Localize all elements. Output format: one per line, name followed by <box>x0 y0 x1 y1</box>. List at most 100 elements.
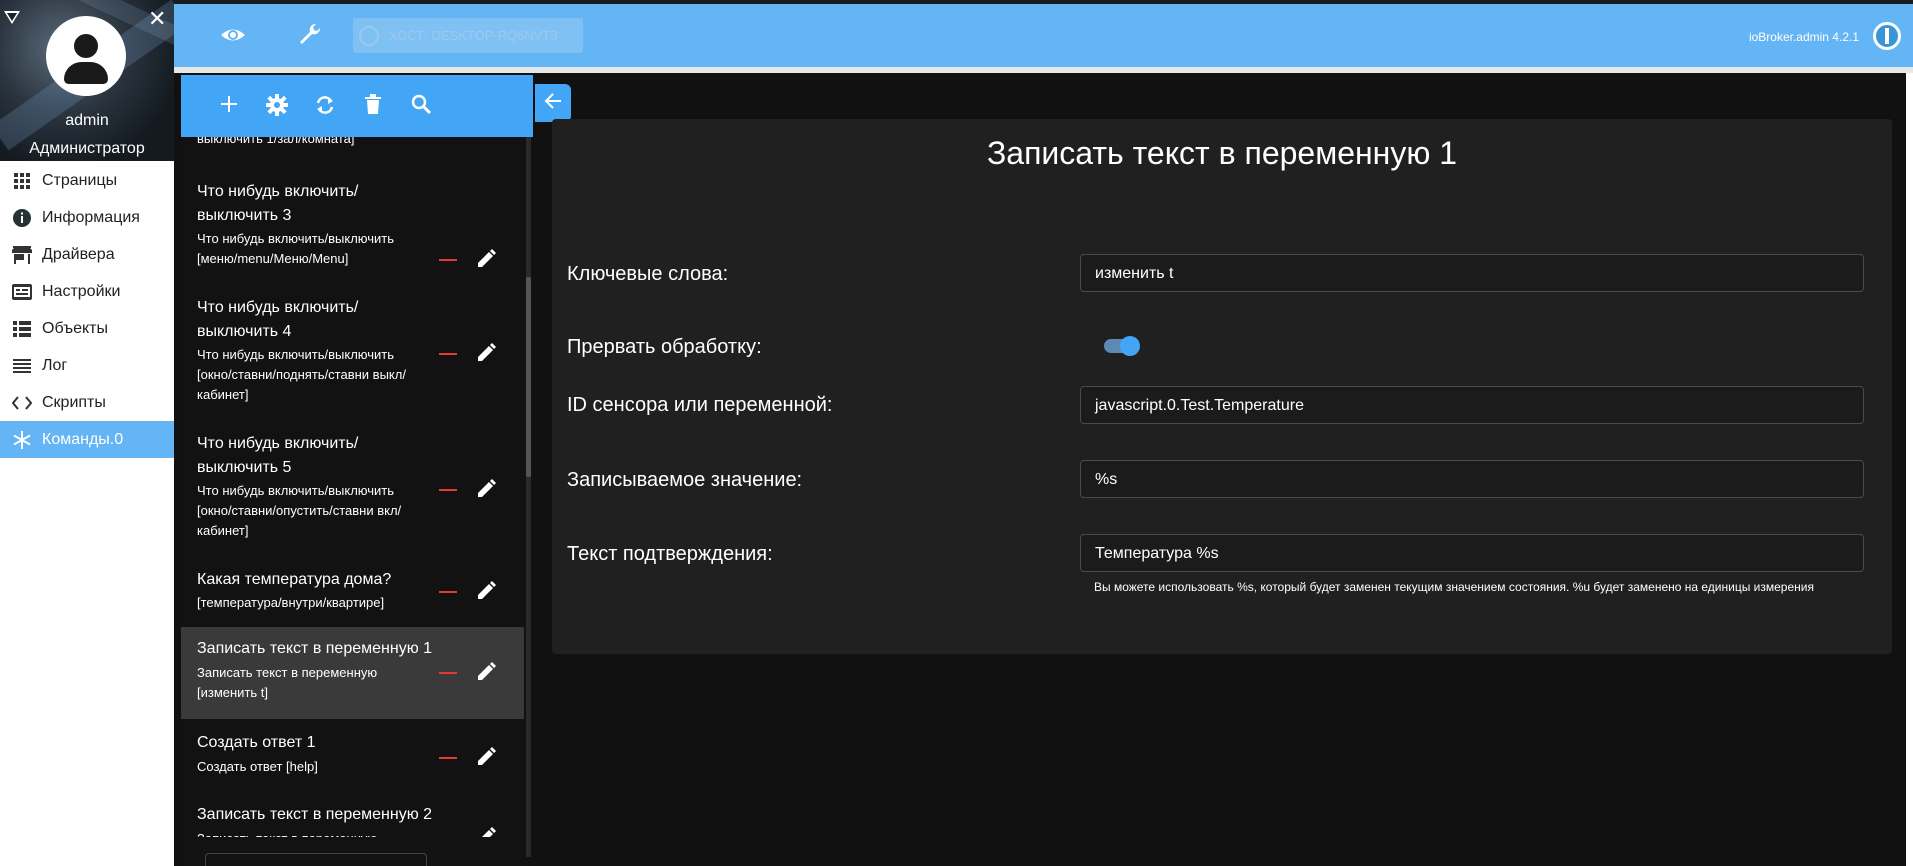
eye-icon[interactable] <box>220 22 246 53</box>
command-detail: Записать текст в переменную 1 Ключевые с… <box>552 119 1892 654</box>
command-title: Записать текст в переменную 1 <box>197 640 433 657</box>
nav-item-info[interactable]: Информация <box>0 199 174 236</box>
right-edge <box>1906 73 1913 866</box>
command-subtitle: Что нибудь включить/выключить [окно/став… <box>197 347 406 402</box>
bottom-input[interactable] <box>205 853 427 866</box>
command-subtitle: Что нибудь включить/выключить [окно/став… <box>197 483 402 538</box>
nav-item-label: Команды.0 <box>42 430 124 448</box>
collapse-menu-icon[interactable] <box>4 11 20 24</box>
user-role: Администратор <box>29 140 145 157</box>
command-title: Что нибудь включить/ выключить 4 <box>197 299 359 340</box>
sensor-label: ID сенсора или переменной: <box>567 394 833 416</box>
command-subtitle: [температура/внутри/квартире] <box>197 595 385 610</box>
list-item[interactable]: Какая температура дома? [температура/вну… <box>181 561 524 625</box>
command-subtitle: Создать ответ [help] <box>197 759 318 774</box>
user-name: admin <box>65 112 109 129</box>
list-item[interactable]: Создать ответ 1 Создать ответ [help] <box>181 719 524 791</box>
nav-item-log[interactable]: Лог <box>0 347 174 384</box>
app-version: ioBroker.admin 4.2.1 <box>1748 30 1859 44</box>
break-toggle[interactable] <box>1104 336 1140 356</box>
command-subtitle: Что нибудь включить/выключить [меню/menu… <box>197 231 395 266</box>
keywords-label: Ключевые слова: <box>567 263 729 285</box>
host-selector[interactable]: ХОСТ: DESKTOP-RQ6NVT3 <box>353 18 583 53</box>
list-item-partial[interactable]: выключить 1/зал/комната] <box>197 137 355 146</box>
value-field[interactable]: %s <box>1080 460 1864 498</box>
remove-icon[interactable] <box>439 591 457 593</box>
edit-icon[interactable] <box>475 248 497 275</box>
user-panel: ✕ admin Администратор <box>0 0 174 161</box>
nav-item-label: Информация <box>42 208 140 226</box>
confirm-text-field[interactable]: Температура %s <box>1080 534 1864 572</box>
remove-icon[interactable] <box>439 259 457 261</box>
nav-item-objects[interactable]: Объекты <box>0 310 174 347</box>
nav-item-drivers[interactable]: Драйвера <box>0 236 174 273</box>
command-title: Какая температура дома? <box>197 571 392 588</box>
remove-icon[interactable] <box>439 489 457 491</box>
nav-item-label: Страницы <box>42 171 118 189</box>
break-label: Прервать обработку: <box>567 336 762 358</box>
grid-icon <box>11 172 33 189</box>
nav-item-settings[interactable]: Настройки <box>0 273 174 310</box>
list-item-selected[interactable]: Записать текст в переменную 1 Записать т… <box>181 627 524 719</box>
search-icon[interactable] <box>411 94 432 119</box>
confirm-label: Текст подтверждения: <box>567 543 773 565</box>
commands-toolbar <box>181 75 533 137</box>
add-icon[interactable] <box>219 94 239 119</box>
nav-item-label: Драйвера <box>42 245 115 263</box>
edit-icon[interactable] <box>475 478 497 505</box>
nav-item-label: Скрипты <box>42 393 106 411</box>
host-icon <box>359 25 379 46</box>
commands-panel: выключить 1/зал/комната] Что нибудь вклю… <box>181 75 533 866</box>
nav-item-commands[interactable]: Команды.0 <box>0 421 174 458</box>
commands-list: выключить 1/зал/комната] Что нибудь вклю… <box>181 137 524 837</box>
top-bar: ХОСТ: DESKTOP-RQ6NVT3 ioBroker.admin 4.2… <box>174 0 1913 67</box>
settings-panel-icon <box>11 283 33 300</box>
delete-icon[interactable] <box>364 94 382 119</box>
remove-icon[interactable] <box>439 672 457 674</box>
code-icon <box>11 395 33 410</box>
iobroker-logo-icon <box>1873 22 1901 50</box>
avatar <box>46 16 126 96</box>
command-title: Записать текст в переменную 2 <box>197 806 433 823</box>
snowflake-icon <box>11 430 33 450</box>
list-item[interactable]: Записать текст в переменную 2 Записать т… <box>181 791 524 837</box>
nav-item-label: Лог <box>42 356 68 374</box>
lines-icon <box>11 358 33 374</box>
list-item[interactable]: Что нибудь включить/ выключить 4 Что ниб… <box>181 289 524 425</box>
keywords-field[interactable]: изменить t <box>1080 254 1864 292</box>
remove-icon[interactable] <box>439 757 457 759</box>
list-scrollbar[interactable] <box>526 137 531 857</box>
top-bar-divider <box>174 67 1913 73</box>
nav-item-label: Настройки <box>42 282 121 300</box>
command-subtitle: Записать текст в переменную <box>197 829 427 837</box>
host-label: ХОСТ: DESKTOP-RQ6NVT3 <box>389 28 558 43</box>
remove-icon[interactable] <box>439 353 457 355</box>
close-icon[interactable]: ✕ <box>148 8 166 30</box>
refresh-icon[interactable] <box>314 94 336 121</box>
edit-icon[interactable] <box>475 661 497 688</box>
nav-item-label: Объекты <box>42 319 108 337</box>
edit-icon[interactable] <box>475 580 497 607</box>
info-icon <box>11 208 33 228</box>
command-subtitle: Записать текст в переменную [изменить t] <box>197 665 378 700</box>
help-text: Вы можете использовать %s, который будет… <box>1094 580 1814 594</box>
list-item[interactable]: Что нибудь включить/ выключить 3 Что ниб… <box>181 173 524 287</box>
store-icon <box>11 245 33 264</box>
nav-item-scripts[interactable]: Скрипты <box>0 384 174 421</box>
edit-icon[interactable] <box>475 746 497 773</box>
command-title: Что нибудь включить/ выключить 5 <box>197 435 359 476</box>
value-label: Записываемое значение: <box>567 469 803 491</box>
page-title: Записать текст в переменную 1 <box>986 135 1458 171</box>
sensor-id-field[interactable]: javascript.0.Test.Temperature <box>1080 386 1864 424</box>
back-button[interactable] <box>535 84 571 122</box>
command-title: Создать ответ 1 <box>197 734 316 751</box>
command-title: Что нибудь включить/ выключить 3 <box>197 183 359 224</box>
arrow-left-icon <box>543 91 563 116</box>
list-item[interactable]: Что нибудь включить/ выключить 5 Что ниб… <box>181 425 524 561</box>
left-navigation: ✕ admin Администратор Страницы Информаци… <box>0 0 174 866</box>
edit-icon[interactable] <box>475 826 497 837</box>
nav-item-pages[interactable]: Страницы <box>0 162 174 199</box>
gear-icon[interactable] <box>266 94 288 121</box>
edit-icon[interactable] <box>475 342 497 369</box>
wrench-icon[interactable] <box>298 22 322 51</box>
